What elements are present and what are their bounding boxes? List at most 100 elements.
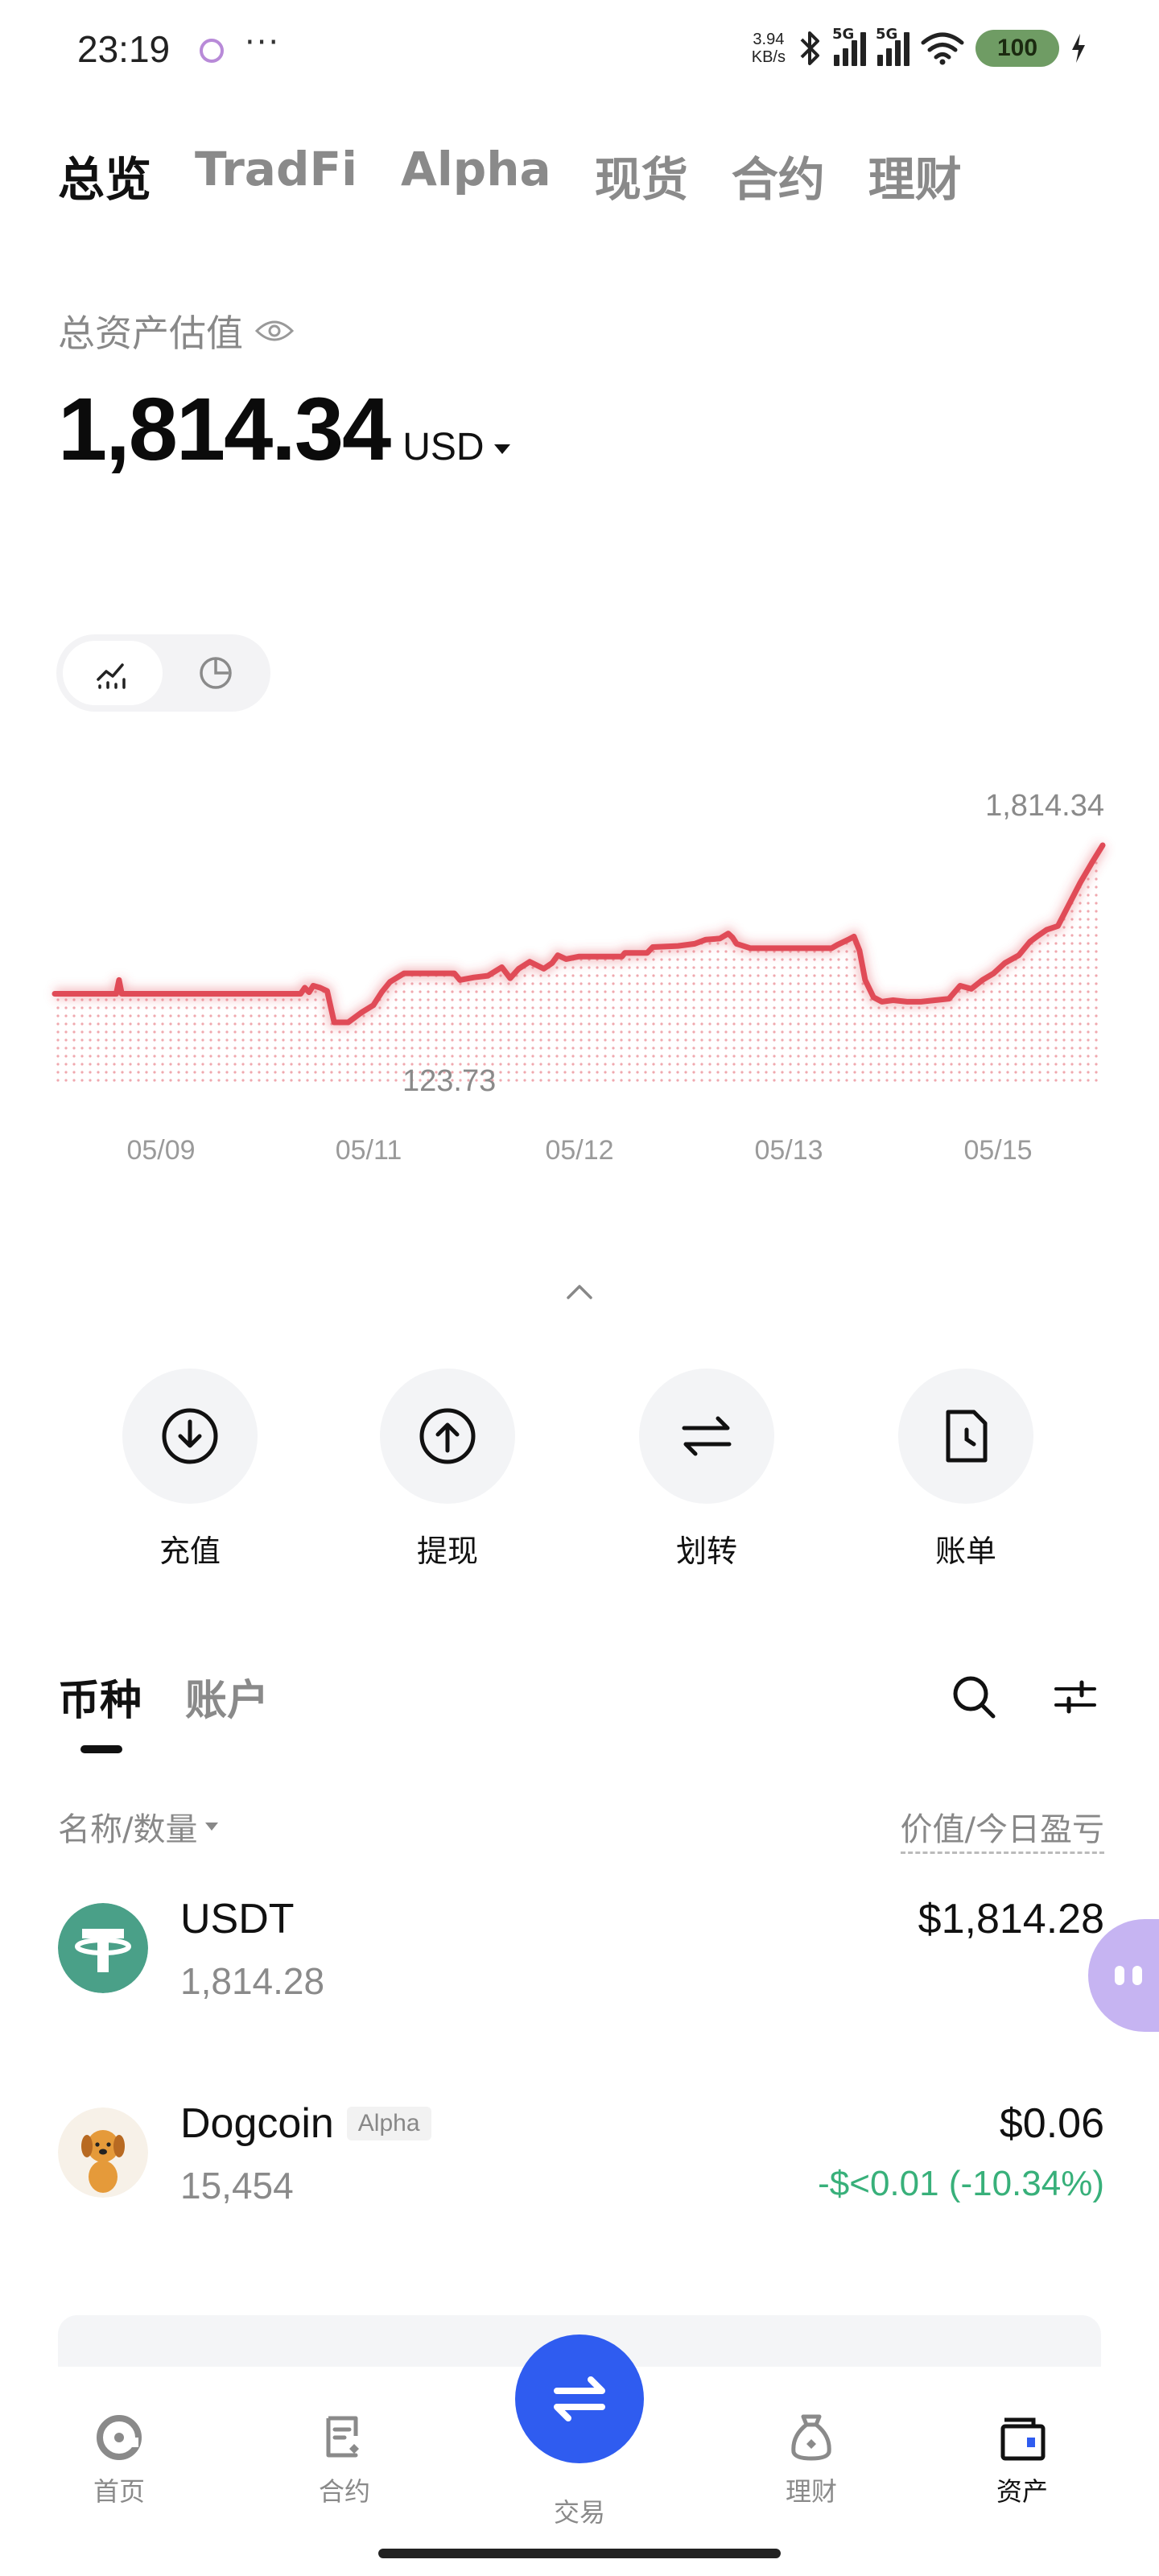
- pie-chart-icon: [200, 657, 232, 689]
- network-speed: 3.94 KB/s: [752, 31, 786, 66]
- filter-icon[interactable]: [1051, 1673, 1099, 1721]
- home-indicator: [378, 2549, 781, 2558]
- network-speed-value: 3.94: [753, 31, 785, 48]
- holdings-tabs: 币种 账户: [58, 1666, 269, 1727]
- chart-layer: [52, 842, 1107, 1087]
- coin-value: $0.06: [999, 2100, 1104, 2147]
- transfer-label: 划转: [675, 1534, 737, 1569]
- holding-row-usdt[interactable]: USDT 1,814.28 $1,814.28: [58, 1889, 1104, 2017]
- signal-strength-icon: 5G: [832, 26, 866, 66]
- chevron-up-icon[interactable]: [563, 1280, 596, 1304]
- currency-selector[interactable]: USD: [402, 425, 510, 469]
- coin-daily-pnl: -$<0.01 (-10.34%): [818, 2164, 1104, 2203]
- coin-name: USDT: [180, 1895, 295, 1943]
- wifi-icon: [921, 32, 964, 65]
- holdings-list-header: 名称/数量 价值/今日盈亏: [58, 1803, 1104, 1854]
- signal-strength-icon-2: 5G: [876, 26, 909, 66]
- transfer-button-circle[interactable]: [639, 1368, 774, 1504]
- bill-button[interactable]: 账单: [885, 1368, 1046, 1571]
- nav-contract[interactable]: 合约: [280, 2412, 409, 2508]
- x-tick-label: 05/09: [126, 1135, 196, 1166]
- deposit-button[interactable]: 充值: [109, 1368, 270, 1571]
- deposit-label: 充值: [159, 1534, 221, 1569]
- quick-actions: 充值 提现 划转 账单: [0, 1368, 1159, 1578]
- notification-app-icon: [200, 39, 224, 63]
- trade-button[interactable]: [515, 2334, 644, 2463]
- line-chart-toggle[interactable]: [63, 641, 163, 705]
- total-assets-label: 总资产估值: [58, 312, 243, 355]
- chevron-down-icon: [205, 1823, 219, 1831]
- nav-contract-label: 合约: [318, 2476, 370, 2507]
- tab-tradfi[interactable]: TradFi: [195, 142, 357, 209]
- total-assets-value: 1,814.34: [58, 380, 391, 479]
- withdraw-button[interactable]: 提现: [367, 1368, 528, 1571]
- asset-history-chart: 1,814.34 123.73 05/09 05/11 05/12 05/13 05/1…: [0, 773, 1159, 1191]
- network-speed-unit: KB/s: [751, 48, 786, 66]
- more-notifications-icon: ···: [245, 24, 281, 61]
- chart-type-switcher: [56, 634, 270, 712]
- charging-icon: [1072, 34, 1085, 63]
- coin-quantity: 15,454: [180, 2165, 294, 2207]
- trade-icon: [554, 2376, 605, 2421]
- transfer-icon: [682, 1416, 732, 1456]
- withdraw-icon: [419, 1408, 476, 1464]
- nav-finance-label: 理财: [785, 2476, 837, 2507]
- currency-label: USD: [402, 426, 485, 469]
- tab-overview[interactable]: 总览: [58, 142, 151, 209]
- withdraw-label: 提现: [416, 1534, 478, 1569]
- tab-coins[interactable]: 币种: [58, 1666, 142, 1727]
- coin-quantity: 1,814.28: [180, 1960, 325, 2002]
- tab-futures[interactable]: 合约: [732, 142, 825, 209]
- signal-type-label: 5G: [832, 26, 855, 43]
- x-tick-label: 05/11: [335, 1135, 402, 1166]
- sort-by-name-quantity[interactable]: 名称/数量: [58, 1803, 219, 1850]
- tab-spot[interactable]: 现货: [595, 142, 688, 209]
- tab-accounts[interactable]: 账户: [185, 1666, 269, 1727]
- signal-type-label-2: 5G: [876, 26, 898, 43]
- chart-max-label: 1,814.34: [985, 789, 1104, 823]
- bill-icon: [946, 1410, 988, 1463]
- bill-label: 账单: [934, 1534, 996, 1569]
- transfer-button[interactable]: 划转: [626, 1368, 787, 1571]
- nav-home[interactable]: 首页: [55, 2412, 184, 2508]
- nav-assets[interactable]: 资产: [958, 2412, 1087, 2508]
- x-tick-label: 05/13: [754, 1135, 823, 1166]
- sort-name-label: 名称/数量: [58, 1811, 198, 1848]
- home-icon: [97, 2415, 142, 2460]
- bluetooth-icon: [800, 31, 819, 65]
- deposit-button-circle[interactable]: [122, 1368, 258, 1504]
- pie-chart-toggle[interactable]: [166, 641, 266, 705]
- x-tick-label: 05/12: [545, 1135, 614, 1166]
- deposit-icon: [162, 1408, 218, 1464]
- search-icon[interactable]: [950, 1673, 998, 1721]
- coin-name: Dogcoin Alpha: [180, 2099, 431, 2148]
- holding-row-dogcoin[interactable]: Dogcoin Alpha 15,454 $0.06 -$<0.01 (-10.…: [58, 2093, 1104, 2222]
- tab-earn[interactable]: 理财: [868, 142, 962, 209]
- coin-value: $1,814.28: [918, 1896, 1104, 1942]
- top-tabs: 总览 TradFi Alpha 现货 合约 理财: [58, 142, 962, 209]
- chart-min-label: 123.73: [402, 1064, 497, 1098]
- alpha-tag-badge: Alpha: [346, 2107, 431, 2140]
- tab-alpha[interactable]: Alpha: [401, 142, 551, 209]
- chevron-down-icon: [493, 444, 510, 455]
- bottom-navigation: 首页 合约 交易 理财 资产: [0, 2334, 1159, 2576]
- nav-trade-label: 交易: [553, 2497, 605, 2528]
- chart-area-fill: [55, 845, 1103, 1087]
- total-assets-value-row: 1,814.34 USD: [58, 378, 510, 481]
- x-tick-label: 05/15: [963, 1135, 1033, 1166]
- value-pnl-header[interactable]: 价值/今日盈亏: [900, 1803, 1104, 1854]
- usdt-logo-icon: [58, 1903, 148, 1993]
- withdraw-button-circle[interactable]: [380, 1368, 515, 1504]
- coin-name-text: Dogcoin: [180, 2100, 334, 2147]
- dog-logo-icon: [58, 2107, 148, 2198]
- line-chart-icon: [97, 663, 126, 689]
- nav-finance[interactable]: 理财: [747, 2412, 876, 2508]
- finance-icon: [791, 2414, 831, 2461]
- active-tab-indicator: [80, 1745, 122, 1753]
- total-assets-label-row: 总资产估值: [58, 304, 295, 357]
- eye-icon[interactable]: [254, 317, 295, 345]
- nav-home-label: 首页: [93, 2476, 145, 2507]
- asset-history-plot: [52, 842, 1107, 1087]
- bill-button-circle[interactable]: [898, 1368, 1033, 1504]
- nav-assets-label: 资产: [996, 2476, 1048, 2507]
